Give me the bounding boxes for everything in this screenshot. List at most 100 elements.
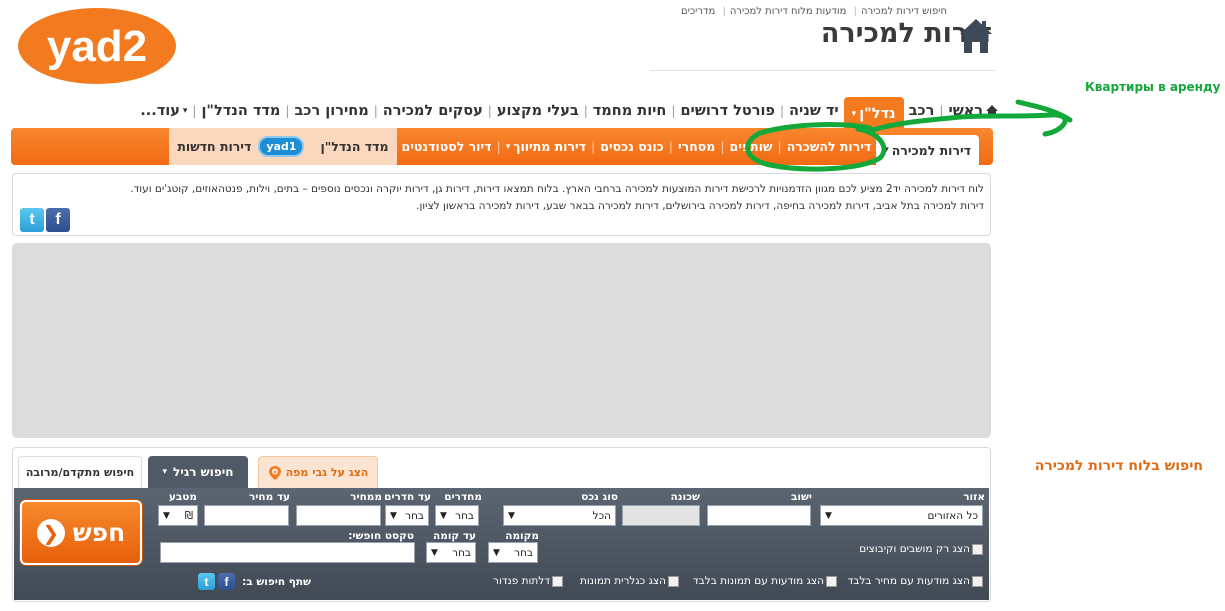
share-search-label: שתף חיפוש ב: <box>242 576 311 588</box>
top-links: חיפוש דירות למכירה| מודעות מלוח דירות למ… <box>680 6 947 17</box>
label-settlement: ישוב <box>790 491 812 503</box>
chevron-down-icon: ▾ <box>884 145 889 155</box>
dropdown-arrow-icon: ▼ <box>508 510 515 521</box>
arrow-left-icon: ❮ <box>36 518 65 547</box>
checkbox-with-images-label: הצג מודעות עם תמונות בלבד <box>692 575 824 587</box>
currency-select[interactable]: ₪ ▼ <box>158 505 198 526</box>
search-button[interactable]: חפש ❮ <box>20 500 142 565</box>
settlement-input[interactable] <box>707 505 811 526</box>
checkbox-parking[interactable]: דלתות פנדור <box>493 575 563 587</box>
subnav-item-sale-label: דירות למכירה <box>891 142 971 158</box>
label-price-to: עד מחיר <box>248 491 290 503</box>
floor-to-select[interactable]: בחר ▼ <box>426 542 476 563</box>
floor-from-value: בחר <box>514 546 533 559</box>
checkbox-box <box>668 575 679 587</box>
label-price-from: ממחיר <box>350 491 382 503</box>
info-text: לוח דירות למכירה יד2 מציע לכם מגוון הזדמ… <box>84 181 984 215</box>
main-nav: ראשי | רכב נדל"ן ▾ יד שניה | פורטל דרושים… <box>135 96 1003 131</box>
header-divider <box>650 70 995 71</box>
chevron-down-icon: ▾ <box>851 109 857 119</box>
twitter-icon[interactable]: t <box>198 573 215 590</box>
subnav-item-receivership[interactable]: כונס נכסים <box>595 128 669 165</box>
yad1-badge: yad1 <box>258 136 305 157</box>
ad-placeholder <box>12 243 991 438</box>
dropdown-arrow-icon: ▼ <box>163 510 170 521</box>
checkbox-settlements-label: הצג רק מושבים וקיבוצים <box>859 543 970 555</box>
nav-item-home[interactable]: ראשי <box>943 103 1003 119</box>
floor-from-select[interactable]: בחר ▼ <box>488 542 538 563</box>
info-line-2[interactable]: דירות למכירה בתל אביב, דירות למכירה בחיפ… <box>84 198 984 215</box>
area-select[interactable]: כל האזורים ▼ <box>820 505 983 526</box>
yad2-logo[interactable]: yad2 <box>16 5 178 87</box>
nav-item-car-prices[interactable]: מחירון רכב <box>289 103 373 119</box>
tab-map-view[interactable]: הצג על גבי מפה + <box>258 456 378 488</box>
label-neighborhood: שכונה <box>670 491 701 503</box>
info-line-1: לוח דירות למכירה יד2 מציע לכם מגוון הזדמ… <box>130 183 984 195</box>
checkbox-with-price-label: הצג מודעות עם מחיר בלבד <box>847 575 970 587</box>
home-icon <box>960 19 992 53</box>
label-floor-from: מקומה <box>505 530 539 542</box>
checkbox-settlements-only[interactable]: הצג רק מושבים וקיבוצים <box>859 543 983 555</box>
twitter-icon[interactable]: t <box>20 208 44 232</box>
free-text-input[interactable] <box>160 542 415 563</box>
checkbox-parking-label: דלתות פנדור <box>493 575 550 587</box>
info-box: לוח דירות למכירה יד2 מציע לכם מגוון הזדמ… <box>12 173 991 236</box>
nav-item-more[interactable]: ▾ עוד... <box>135 103 192 119</box>
dropdown-arrow-icon: ▼ <box>431 547 438 558</box>
price-from-input[interactable] <box>296 505 381 526</box>
subnav-item-brokerage[interactable]: דירות מתיווך ▾ <box>501 128 591 165</box>
rooms-to-value: בחר <box>405 509 424 522</box>
checkbox-with-images[interactable]: הצג מודעות עם תמונות בלבד <box>693 575 837 587</box>
sub-nav: דירות למכירה ▾ דירות להשכרה | שותפים | מסח… <box>11 128 993 165</box>
checkbox-with-price[interactable]: הצג מודעות עם מחיר בלבד <box>848 575 983 587</box>
nav-item-home-label: ראשי <box>948 103 983 119</box>
label-currency: מטבע <box>168 491 197 503</box>
svg-text:+: + <box>272 468 278 476</box>
checkbox-gallery-label: הצג כגלרית תמונות <box>580 575 666 587</box>
annotation-text: Квартиры в аренду <box>1085 80 1221 94</box>
subnav-item-sale[interactable]: דירות למכירה ▾ <box>876 135 979 165</box>
checkbox-box <box>826 575 837 587</box>
dropdown-arrow-icon: ▼ <box>493 547 500 558</box>
asset-type-select[interactable]: הכל ▼ <box>503 505 616 526</box>
nav-item-realestate[interactable]: נדל"ן ▾ <box>843 97 904 131</box>
checkbox-box <box>972 575 983 587</box>
subnav-item-rent[interactable]: דירות להשכרה <box>782 128 877 165</box>
subnav-item-roommates[interactable]: שותפים <box>725 128 778 165</box>
asset-type-select-value: הכל <box>592 509 611 522</box>
facebook-icon[interactable]: f <box>218 573 235 590</box>
checkbox-box <box>972 543 983 555</box>
area-select-value: כל האזורים <box>927 509 978 522</box>
nav-item-realestate-label: נדל"ן <box>859 106 896 122</box>
top-link-search[interactable]: חיפוש דירות למכירה <box>861 6 947 17</box>
nav-item-cars[interactable]: רכב <box>904 103 940 119</box>
subnav-item-brokerage-label: דירות מתיווך <box>513 139 587 154</box>
rooms-to-select[interactable]: בחר ▼ <box>385 505 429 526</box>
subnav-item-commercial[interactable]: מסחרי <box>673 128 720 165</box>
nav-item-secondhand[interactable]: יד שניה <box>784 103 844 119</box>
nav-item-jobs[interactable]: פורטל דרושים <box>675 103 780 119</box>
nav-item-more-label: עוד... <box>140 103 180 119</box>
nav-item-professionals[interactable]: בעלי מקצוע <box>492 103 584 119</box>
dropdown-arrow-icon: ▼ <box>825 510 832 521</box>
tab-regular-search[interactable]: חיפוש רגיל ▾ <box>148 456 248 488</box>
nav-item-pets[interactable]: חיות מחמד <box>588 103 672 119</box>
rooms-from-select[interactable]: בחר ▼ <box>435 505 479 526</box>
tab-map-label: הצג על גבי מפה <box>285 466 369 479</box>
label-rooms-to: עד חדרים <box>384 491 431 503</box>
tab-advanced-search[interactable]: חיפוש מתקדם/מרובה <box>18 456 142 488</box>
tab-regular-label: חיפוש רגיל <box>173 465 234 479</box>
currency-value: ₪ <box>184 509 193 522</box>
checkbox-gallery[interactable]: הצג כגלרית תמונות <box>580 575 679 587</box>
subnav-item-students[interactable]: דיור לסטודנטים <box>397 128 497 165</box>
label-asset-type: סוג נכס <box>581 491 618 503</box>
top-link-ads[interactable]: מודעות מלוח דירות למכירה <box>730 6 847 17</box>
price-to-input[interactable] <box>204 505 289 526</box>
nav-item-business[interactable]: עסקים למכירה <box>378 103 488 119</box>
nav-item-realestate-index[interactable]: מדד הנדל"ן <box>196 103 285 119</box>
top-link-guides[interactable]: מדריכים <box>681 6 715 17</box>
facebook-icon[interactable]: f <box>46 208 70 232</box>
subnav-item-new[interactable]: yad1 דירות חדשות <box>169 128 313 165</box>
neighborhood-input[interactable] <box>622 505 700 526</box>
subnav-item-index[interactable]: מדד הנדל"ן <box>312 128 397 165</box>
